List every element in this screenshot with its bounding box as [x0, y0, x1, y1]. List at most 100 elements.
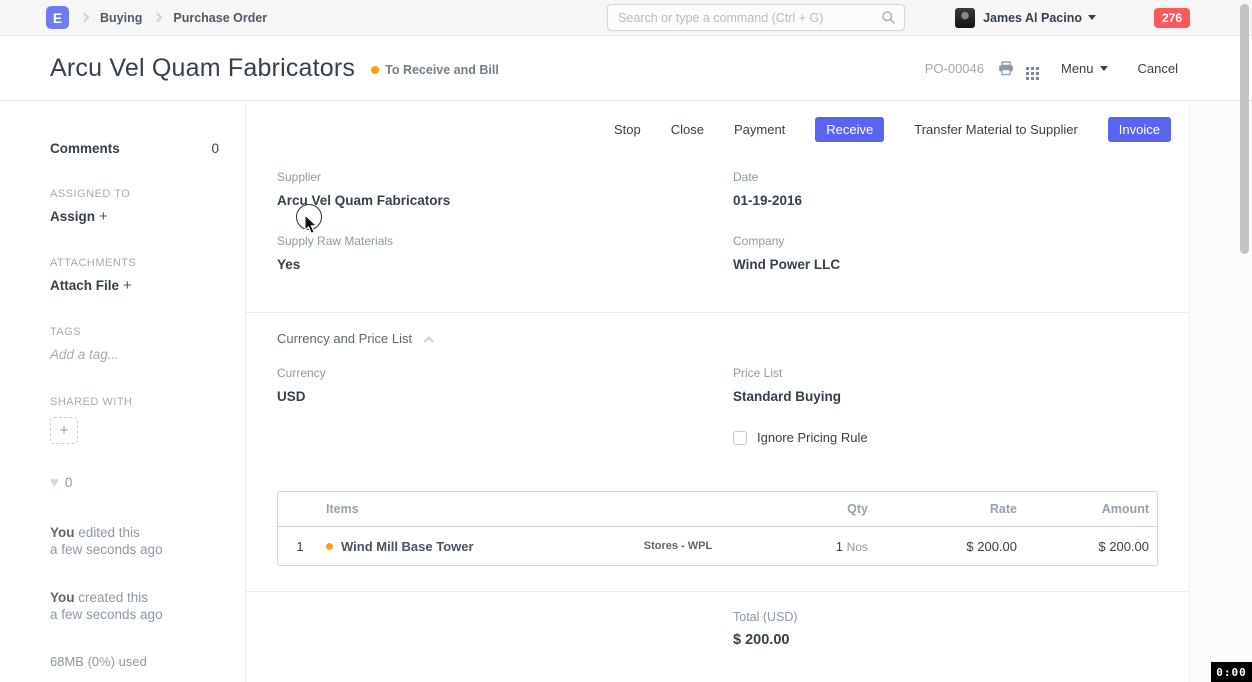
invoice-button[interactable]: Invoice — [1108, 117, 1171, 142]
item-qty-unit: Nos — [847, 540, 868, 554]
form-row-4: Ignore Pricing Rule — [246, 430, 1189, 445]
currency-section-toggle[interactable]: Currency and Price List — [246, 331, 1189, 346]
form-row-1: Supplier Arcu Vel Quam Fabricators Date … — [246, 170, 1189, 208]
ignore-pricing-rule-checkbox[interactable] — [733, 431, 747, 445]
supplier-label: Supplier — [277, 170, 733, 184]
item-warehouse: Stores - WPL — [608, 540, 748, 552]
ignore-pricing-rule-label: Ignore Pricing Rule — [757, 430, 868, 445]
assigned-to-heading: ASSIGNED TO — [50, 188, 219, 200]
activity-actor: You — [50, 525, 75, 540]
vertical-scrollbar[interactable] — [1240, 4, 1249, 254]
close-button[interactable]: Close — [671, 122, 704, 137]
breadcrumb-purchase-order[interactable]: Purchase Order — [173, 11, 267, 25]
status-indicator: To Receive and Bill — [371, 63, 499, 77]
supplier-value[interactable]: Arcu Vel Quam Fabricators — [277, 193, 733, 208]
assign-button[interactable]: Assign + — [50, 208, 219, 225]
heart-icon[interactable]: ♥ — [50, 474, 59, 491]
supply-raw-materials-field[interactable]: Supply Raw Materials Yes — [277, 234, 733, 272]
notification-badge[interactable]: 276 — [1154, 8, 1190, 28]
currency-section-title: Currency and Price List — [277, 331, 412, 346]
grid-view-icon[interactable] — [1026, 62, 1039, 75]
activity-action: edited this — [78, 525, 140, 540]
mouse-cursor-icon — [304, 214, 319, 235]
plus-icon: + — [99, 208, 108, 225]
menu-button[interactable]: Menu — [1061, 61, 1108, 76]
action-toolbar: Stop Close Payment Receive Transfer Mate… — [246, 117, 1189, 142]
search-input[interactable] — [618, 11, 881, 25]
totals-divider — [246, 591, 1189, 592]
total-value: $ 200.00 — [733, 632, 1158, 648]
date-value[interactable]: 01-19-2016 — [733, 193, 1158, 208]
chevron-down-icon — [1088, 15, 1096, 20]
plus-icon: + — [123, 277, 132, 294]
date-field[interactable]: Date 01-19-2016 — [733, 170, 1158, 208]
row-index: 1 — [278, 539, 322, 554]
search-icon — [881, 10, 896, 25]
form-row-2: Supply Raw Materials Yes Company Wind Po… — [246, 234, 1189, 272]
recording-timer: 0:00 — [1211, 662, 1252, 682]
status-label: To Receive and Bill — [385, 63, 499, 77]
attachments-heading: ATTACHMENTS — [50, 257, 219, 269]
payment-button[interactable]: Payment — [734, 122, 785, 137]
item-qty-value: 1 — [836, 539, 843, 554]
supply-raw-materials-label: Supply Raw Materials — [277, 234, 733, 248]
chevron-down-icon — [1100, 66, 1108, 71]
transfer-material-button[interactable]: Transfer Material to Supplier — [914, 122, 1078, 137]
global-search[interactable] — [607, 4, 905, 31]
attach-file-label: Attach File — [50, 278, 119, 293]
comments-label: Comments — [50, 141, 120, 156]
company-label: Company — [733, 234, 1158, 248]
item-cell[interactable]: Wind Mill Base Tower — [322, 539, 608, 554]
activity-time: a few seconds ago — [50, 541, 219, 558]
price-list-value[interactable]: Standard Buying — [733, 389, 1158, 404]
stop-button[interactable]: Stop — [614, 122, 641, 137]
currency-label: Currency — [277, 366, 733, 380]
shared-with-heading: SHARED WITH — [50, 396, 219, 408]
status-dot-icon — [371, 66, 379, 74]
item-name[interactable]: Wind Mill Base Tower — [341, 539, 474, 554]
supply-raw-materials-value[interactable]: Yes — [277, 257, 733, 272]
user-menu[interactable]: James Al Pacino — [983, 11, 1096, 25]
totals-section: Total (USD) $ 200.00 — [246, 610, 1189, 648]
comments-link[interactable]: Comments 0 — [50, 141, 219, 156]
currency-value[interactable]: USD — [277, 389, 733, 404]
breadcrumb-buying[interactable]: Buying — [100, 11, 142, 25]
activity-edited: You edited this a few seconds ago — [50, 524, 219, 558]
plus-icon: + — [60, 422, 69, 439]
section-divider — [246, 312, 1189, 313]
cancel-button[interactable]: Cancel — [1138, 61, 1178, 76]
ignore-pricing-rule-field[interactable]: Ignore Pricing Rule — [733, 430, 1158, 445]
item-row[interactable]: 1 Wind Mill Base Tower Stores - WPL 1 No… — [278, 526, 1157, 565]
form-row-3: Currency USD Price List Standard Buying — [246, 366, 1189, 404]
price-list-field[interactable]: Price List Standard Buying — [733, 366, 1158, 404]
total-label: Total (USD) — [733, 610, 1158, 624]
tag-input[interactable]: Add a tag... — [50, 347, 219, 362]
date-label: Date — [733, 170, 1158, 184]
rate-column-header: Rate — [868, 502, 1017, 516]
print-icon[interactable] — [998, 61, 1014, 76]
receive-button[interactable]: Receive — [815, 117, 884, 142]
page-title: Arcu Vel Quam Fabricators — [50, 54, 355, 83]
supplier-field[interactable]: Supplier Arcu Vel Quam Fabricators — [277, 170, 733, 208]
assign-label: Assign — [50, 209, 95, 224]
item-qty: 1 Nos — [748, 539, 868, 554]
company-value[interactable]: Wind Power LLC — [733, 257, 1158, 272]
company-field[interactable]: Company Wind Power LLC — [733, 234, 1158, 272]
items-table: Items Qty Rate Amount 1 Wind Mill Base T… — [277, 491, 1158, 566]
comments-count: 0 — [211, 141, 219, 156]
like-row: ♥ 0 — [50, 474, 219, 491]
document-id: PO-00046 — [925, 61, 984, 76]
attach-file-button[interactable]: Attach File + — [50, 277, 219, 294]
activity-created: You created this a few seconds ago — [50, 589, 219, 623]
amount-column-header: Amount — [1017, 502, 1157, 516]
share-add-button[interactable]: + — [50, 417, 78, 444]
price-list-label: Price List — [733, 366, 1158, 380]
item-status-dot-icon — [326, 543, 333, 550]
items-column-header: Items — [322, 502, 608, 516]
currency-field[interactable]: Currency USD — [277, 366, 733, 404]
storage-usage: 68MB (0%) used — [50, 654, 219, 669]
chevron-right-icon — [80, 13, 90, 23]
user-avatar[interactable] — [955, 8, 975, 28]
app-logo[interactable]: E — [46, 6, 69, 29]
total-field: Total (USD) $ 200.00 — [733, 610, 1158, 648]
